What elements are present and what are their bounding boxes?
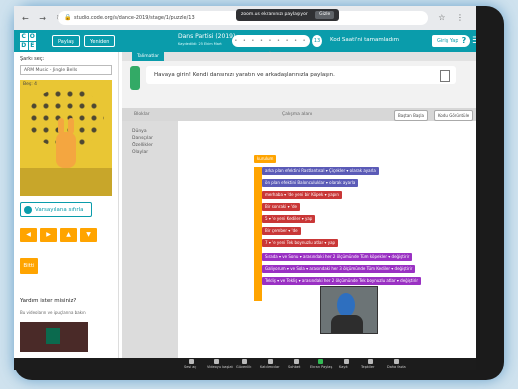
category-events[interactable]: Olaylar [122,148,178,155]
song-label: Şarkı seç: [20,56,45,62]
share-button[interactable]: Paylaş [52,35,80,47]
show-code-button[interactable]: Kodu Görüntüle [434,110,474,121]
screen-share-banner: zoom.us ekranınızı paylaşıyor Gizle [236,9,340,21]
code-block[interactable]: Tekliş ▾ ve Tekliş ▾ arasındaki her 2 öl… [262,277,421,285]
left-arrow-button[interactable]: ◀ [20,228,37,242]
logo-letter: C [20,33,28,41]
code-block[interactable]: ön plan efektini Balonculuklar ▾ olarak … [262,179,359,187]
code-block[interactable]: Bir çember ▾ 'de [262,227,301,235]
logo-letter: D [20,42,28,50]
remix-button[interactable]: Yeniden [84,35,116,47]
help-subtitle: Bu videoların ve ipuçlarına bakın [20,310,86,315]
share-banner-text: zoom.us ekranınızı paylaşıyor [241,12,308,17]
instructions-panel: Talimatlar Havaya girin! Kendi dansınızı… [122,52,476,108]
more-icon[interactable] [394,359,399,364]
toolbar-label: Sohbet [288,365,301,369]
reset-label: Varsayılana sıfırla [35,207,84,213]
screen: ← → ↻ 🔒 studio.code.org/s/dance-2019/sta… [14,6,476,358]
project-title: Dans Partisi (2019) [178,33,236,40]
help-icon[interactable]: ? [458,35,470,47]
webcam-overlay [320,286,378,334]
video-figure [46,328,60,344]
tab-instructions[interactable]: Talimatlar [132,52,165,61]
instruction-character-icon [130,66,140,90]
setup-block[interactable]: kurulum [254,155,277,163]
instruction-text: Havaya girin! Kendi dansınızı yaratın ve… [154,72,335,78]
code-block[interactable]: Bir sonraki ▾ 'de [262,203,301,211]
toolbar-label: Daha fazla [387,365,406,369]
finish-button[interactable]: Bitti [20,258,38,274]
code-block[interactable]: merhaba ▾ 'de yeni bir Köpek ▾ yapın [262,191,342,199]
share-screen-icon[interactable] [318,359,323,364]
code-org-header: C O D E Paylaş Yeniden Dans Partisi (201… [14,30,476,56]
up-arrow-button[interactable]: ▲ [60,228,77,242]
url-text: studio.code.org/s/dance-2019/stage/1/puz… [74,15,195,21]
hour-of-code-link[interactable]: Kod Saati'ni tamamladım [330,37,399,43]
reactions-icon[interactable] [368,359,373,364]
toolbar-label: Sesi aç [184,365,197,369]
chat-icon[interactable] [294,359,299,364]
share-hide-button[interactable]: Gizle [315,11,335,19]
browser-chrome: ← → ↻ 🔒 studio.code.org/s/dance-2019/sta… [14,6,476,30]
toolbar-label: Kayıt [339,365,348,369]
project-subtitle: Kaydedildi: 25 Ekim Mart [178,42,222,46]
logo-letter: O [28,33,36,41]
security-icon[interactable] [242,359,247,364]
participant-head [337,293,355,317]
stage-floor [20,168,112,196]
video-icon[interactable] [214,359,219,364]
toolbox-title: Bloklar [134,112,150,117]
record-icon[interactable] [344,359,349,364]
toolbar-label: Tepkiler [361,365,375,369]
level-progress[interactable]: • • • • • • • • • • [232,35,310,56]
left-panel: Şarkı seç: ARM Music - Jingle Bells Beş:… [14,52,119,358]
stage-label: Beş: 4 [23,82,38,87]
toolbox: Dünya Dansçılar Özellikler Olaylar [122,121,178,358]
setup-block-spine [254,167,262,301]
browser-menu-icons[interactable]: ☆ ⋮ [438,13,468,22]
workspace-title: Çalışma alanı [282,112,313,117]
participants-icon[interactable] [268,359,273,364]
code-block[interactable]: Sırada ▾ ve Sonu ▾ arasındaki her 2 ölçü… [262,253,413,261]
reset-icon [24,206,32,214]
right-arrow-button[interactable]: ▶ [40,228,57,242]
category-world[interactable]: Dünya [122,121,178,134]
dance-stage: Beş: 4 [20,80,112,196]
start-over-button[interactable]: Baştan Başla [394,110,428,121]
code-block[interactable]: Galiyorum ▾ ve Sola ▾ arasındaki her 3 ö… [262,265,416,273]
logo-letter: E [28,42,36,50]
toolbar-label: Güvenlik [236,365,252,369]
help-heading: Yardım ister misiniz? [20,298,77,304]
calculator-icon[interactable] [440,70,450,82]
arrow-buttons: ◀ ▶ ▲ ▼ [20,228,100,242]
workspace-header: Bloklar Çalışma alanı Baştan Başla Kodu … [122,108,476,121]
current-level-number[interactable]: 13 [312,35,322,47]
hamburger-menu-icon[interactable]: ☰ [472,36,476,46]
dancer-sprite [56,118,76,168]
reset-button[interactable]: Varsayılana sıfırla [20,202,92,217]
category-properties[interactable]: Özellikler [122,141,178,148]
code-block[interactable]: arka plan efektini Rastlantısal ▾ Çiçekl… [262,167,379,175]
instructions-tabbar: Talimatlar [122,52,476,61]
code-block[interactable]: 5 ▾ 'e yeni Kediler ▾ yap [262,215,316,223]
category-dancers[interactable]: Dansçılar [122,134,178,141]
toolbar-label: Videoyu başlat [207,365,233,369]
mute-icon[interactable] [189,359,194,364]
code-org-logo[interactable]: C O D E [20,33,36,50]
down-arrow-button[interactable]: ▼ [80,228,97,242]
workspace: Bloklar Çalışma alanı Baştan Başla Kodu … [122,108,476,358]
lock-icon: 🔒 [64,14,72,21]
instruction-bubble: Havaya girin! Kendi dansınızı yaratın ve… [146,66,456,84]
meeting-toolbar: Sesi aç Videoyu başlat Güvenlik Katılımc… [14,358,476,370]
toolbar-label: Ekran Paylaş [310,365,333,369]
toolbar-label: Katılımcılar [260,365,280,369]
code-block[interactable]: 7 ▾ 'e yeni Tek boynuzlu atlar ▾ yap [262,239,339,247]
song-select[interactable]: ARM Music - Jingle Bells [20,65,112,75]
help-video-thumbnail[interactable] [20,322,88,352]
participant-body [331,315,363,333]
